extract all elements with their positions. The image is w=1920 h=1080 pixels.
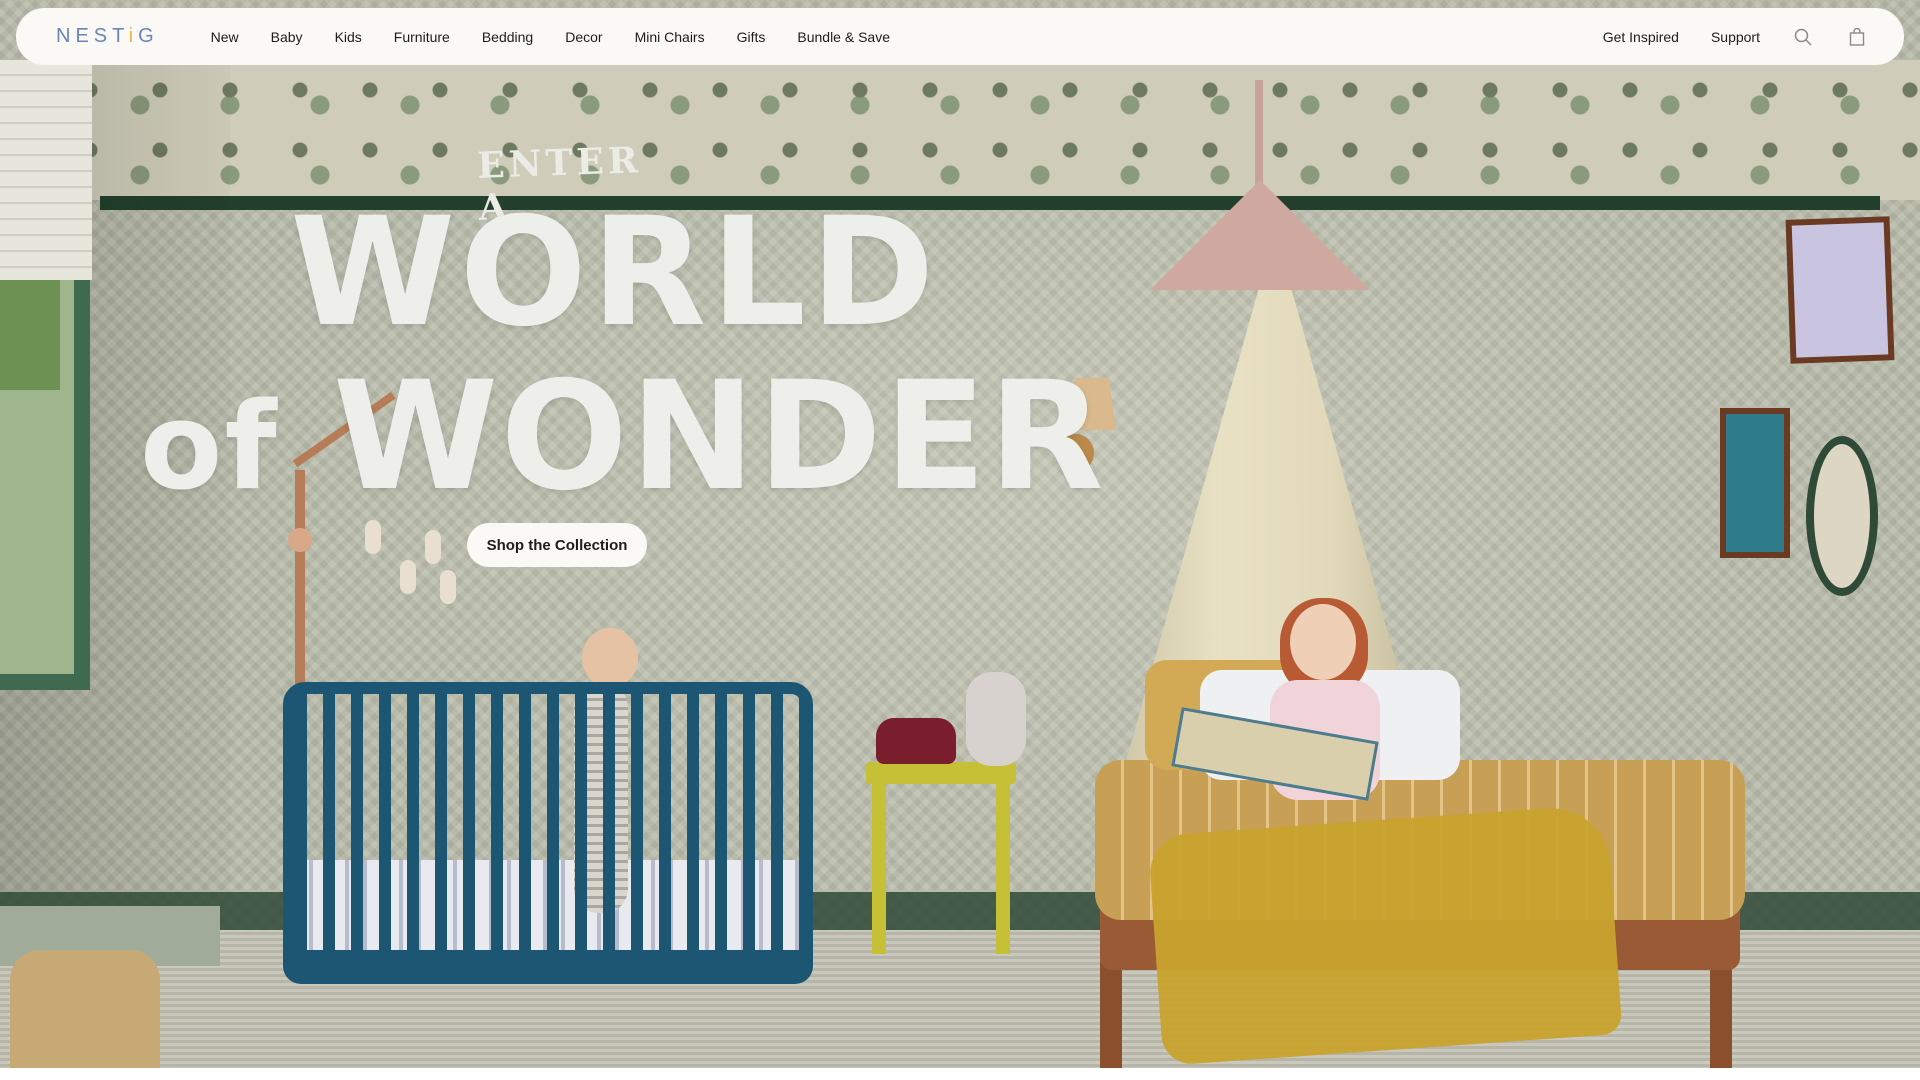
nav-item-bedding[interactable]: Bedding (482, 29, 533, 45)
kids-chair (10, 950, 160, 1068)
side-table-leg (872, 784, 886, 954)
framed-art (1785, 216, 1895, 364)
nav-item-kids[interactable]: Kids (335, 29, 362, 45)
crib-base (283, 950, 813, 984)
nav-item-support[interactable]: Support (1711, 29, 1760, 45)
baby-head (582, 628, 638, 688)
girl-head (1290, 604, 1356, 680)
cart-icon[interactable] (1846, 26, 1868, 48)
shop-collection-button[interactable]: Shop the Collection (467, 523, 647, 567)
mobile-ornament (440, 570, 456, 604)
mobile-ornament (425, 530, 441, 564)
hero-headline-wonder: WONDER (332, 350, 1106, 524)
logo-text-post: G (138, 25, 159, 47)
plush-bunny (966, 672, 1026, 766)
nav-item-mini-chairs[interactable]: Mini Chairs (635, 29, 705, 45)
hero-headline-line2: of WONDER (140, 362, 1106, 512)
nav-item-decor[interactable]: Decor (565, 29, 602, 45)
logo-text-i: i (128, 25, 139, 47)
hero-image (0, 0, 1920, 1068)
roman-blind (0, 60, 92, 280)
logo-text-pre: NEST (56, 25, 129, 47)
oval-mirror (1806, 436, 1878, 596)
framed-art (1720, 408, 1790, 558)
bed-leg (1710, 960, 1732, 1068)
mobile-ornament (400, 560, 416, 594)
search-icon[interactable] (1792, 26, 1814, 48)
top-navigation: NESTiG New Baby Kids Furniture Bedding D… (16, 8, 1904, 65)
page-bottom-edge (0, 1068, 1920, 1080)
rotary-phone (876, 718, 956, 764)
nav-item-furniture[interactable]: Furniture (394, 29, 450, 45)
primary-nav: New Baby Kids Furniture Bedding Decor Mi… (211, 29, 1603, 45)
side-table-leg (996, 784, 1010, 954)
nav-item-gifts[interactable]: Gifts (737, 29, 766, 45)
nav-item-bundle-save[interactable]: Bundle & Save (797, 29, 890, 45)
nav-item-new[interactable]: New (211, 29, 239, 45)
wallpaper-frieze (0, 60, 1920, 200)
brand-logo[interactable]: NESTiG (56, 25, 159, 48)
nav-item-baby[interactable]: Baby (271, 29, 303, 45)
nav-item-get-inspired[interactable]: Get Inspired (1603, 29, 1679, 45)
mobile-joint (288, 528, 312, 552)
bed-leg (1100, 960, 1122, 1068)
mobile-ornament (365, 520, 381, 554)
crib (283, 682, 813, 982)
knit-throw (1147, 804, 1623, 1066)
hero-headline-of: of (140, 378, 279, 517)
secondary-nav: Get Inspired Support (1603, 26, 1868, 48)
hero-headline-line1: WORLD (290, 186, 939, 360)
canopy-hook (1255, 80, 1263, 190)
